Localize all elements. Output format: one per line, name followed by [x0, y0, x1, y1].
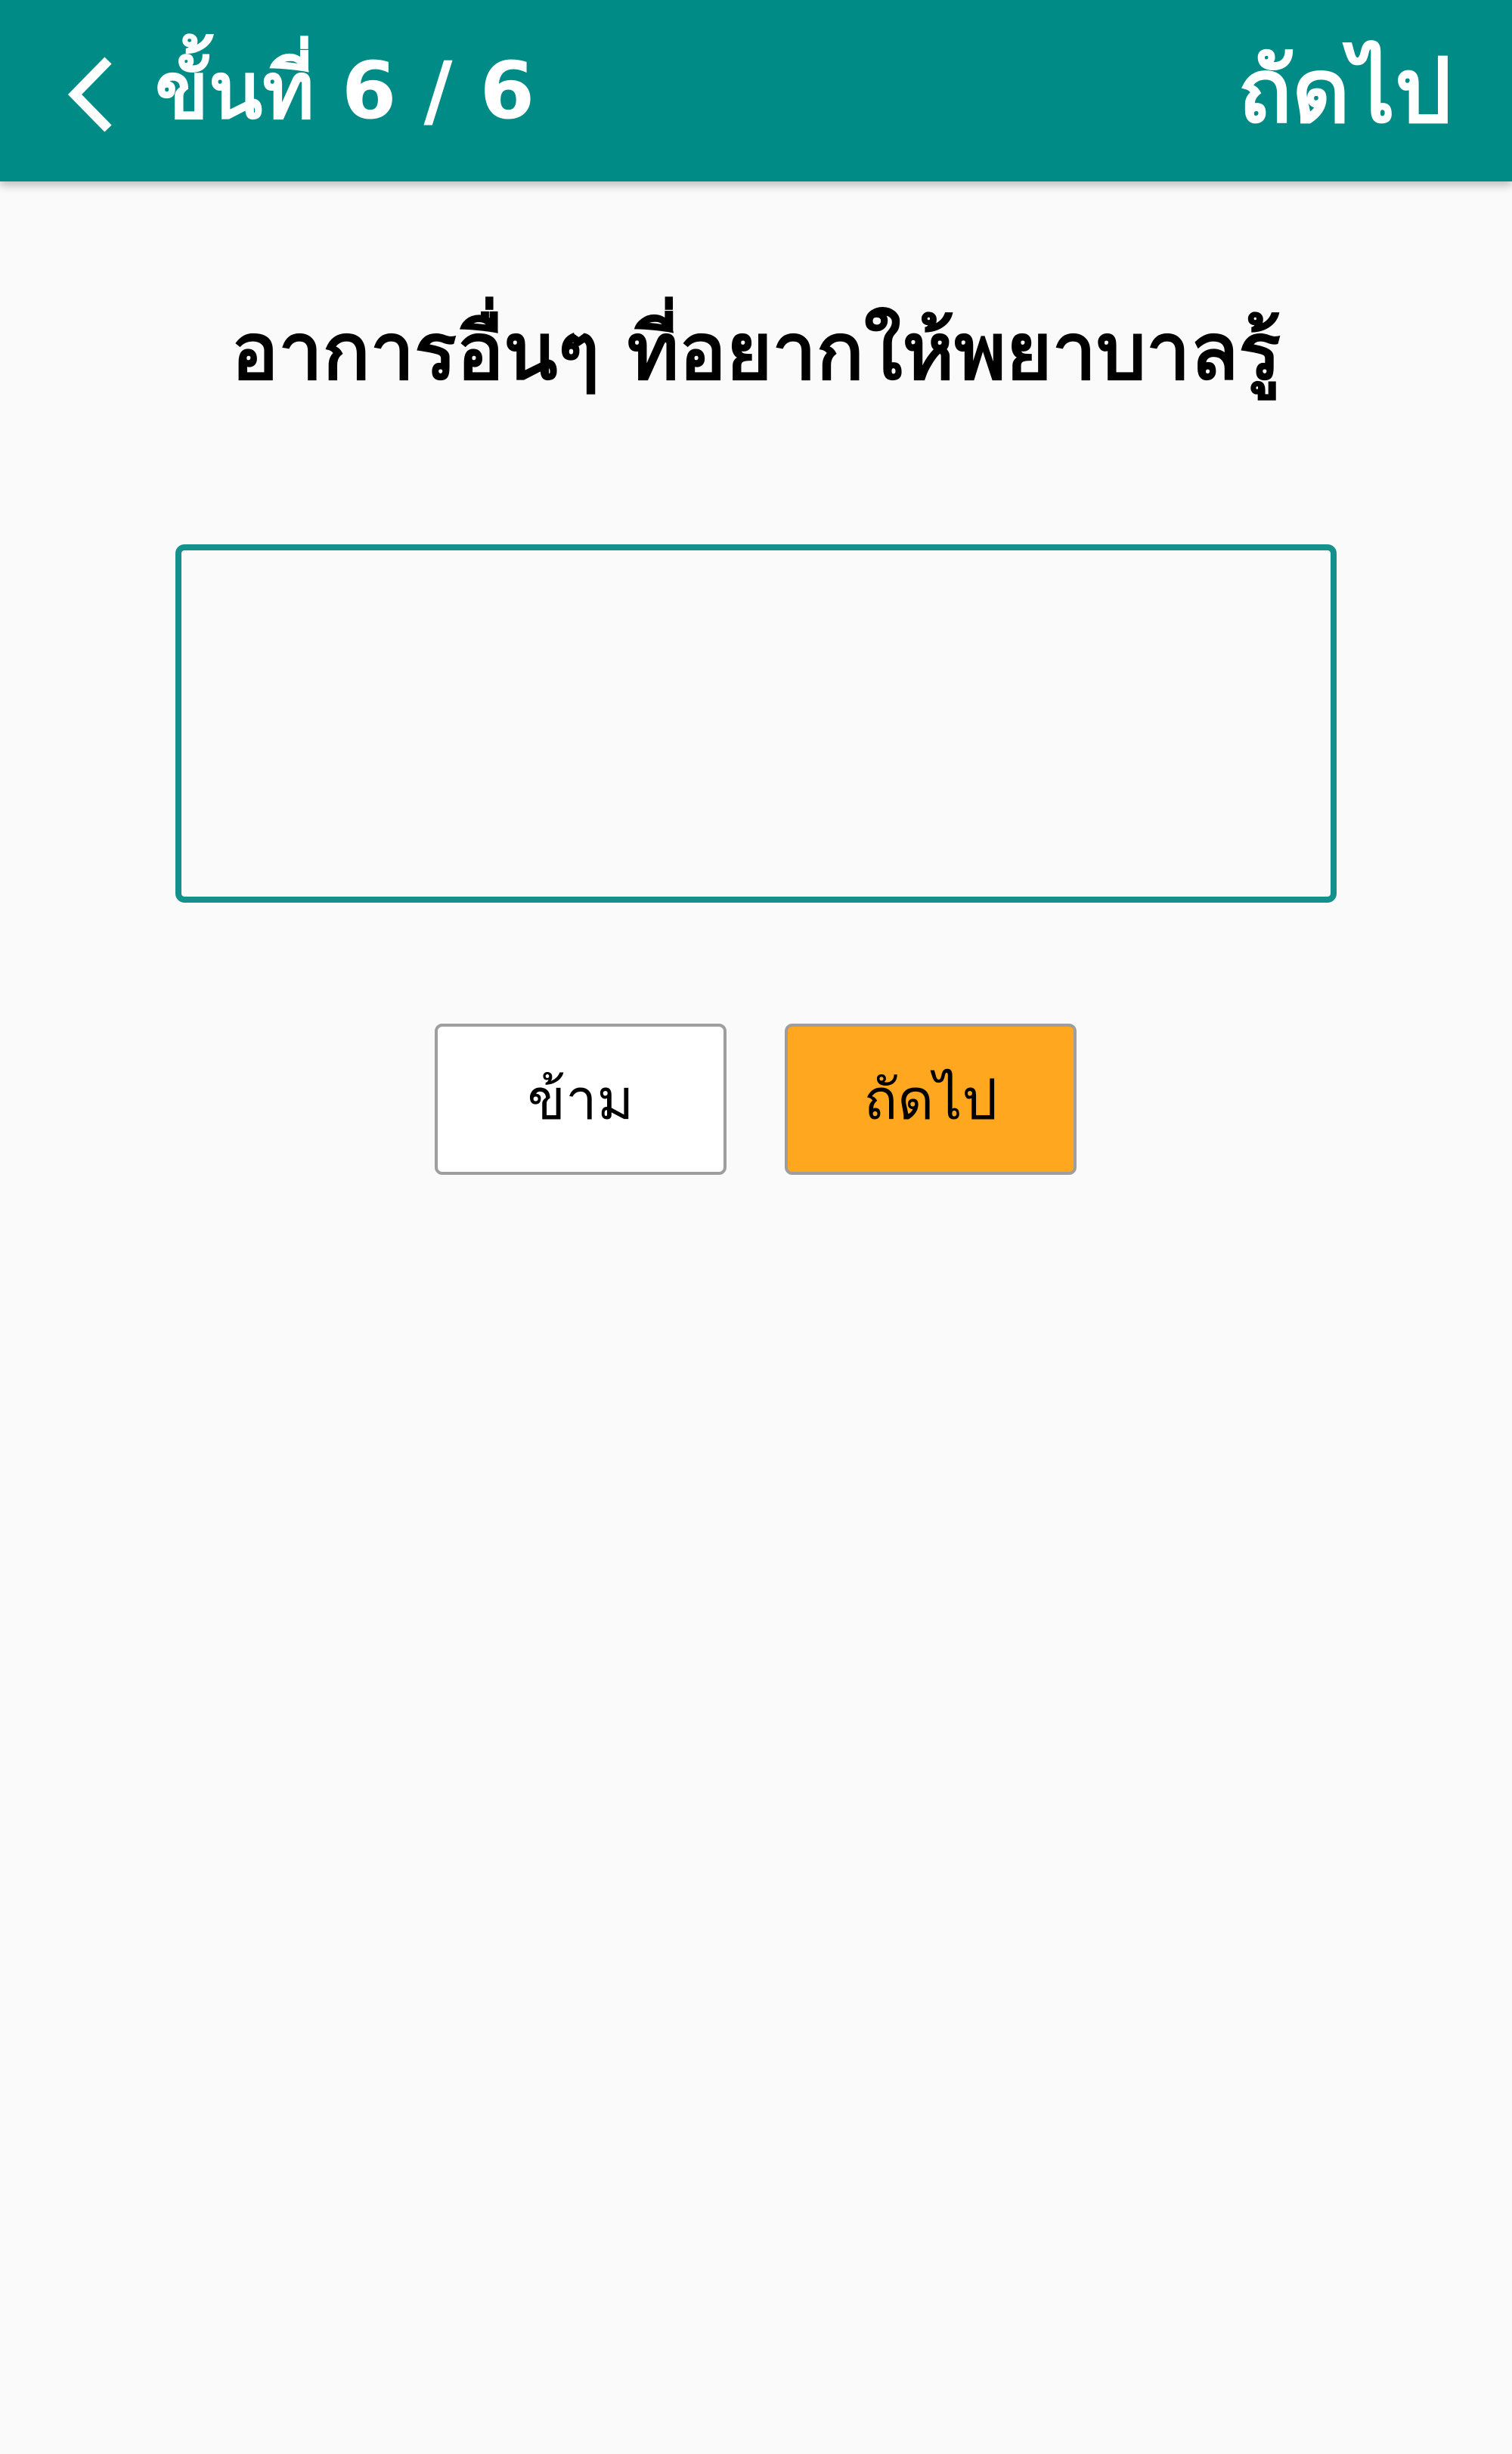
chevron-left-icon: [67, 57, 112, 132]
appbar-next-button[interactable]: ถัดไป: [1238, 30, 1452, 151]
back-button[interactable]: [45, 45, 136, 144]
step-title: ขั้นที่ 6 / 6: [155, 45, 535, 137]
symptoms-input[interactable]: [175, 544, 1337, 903]
next-button[interactable]: ถัดไป: [785, 1024, 1077, 1175]
app-bar: ขั้นที่ 6 / 6 ถัดไป: [0, 0, 1512, 181]
skip-button[interactable]: ข้าม: [435, 1024, 727, 1175]
question-label: อาการอื่นๆ ที่อยากให้พยาบาลรู้: [231, 305, 1281, 398]
